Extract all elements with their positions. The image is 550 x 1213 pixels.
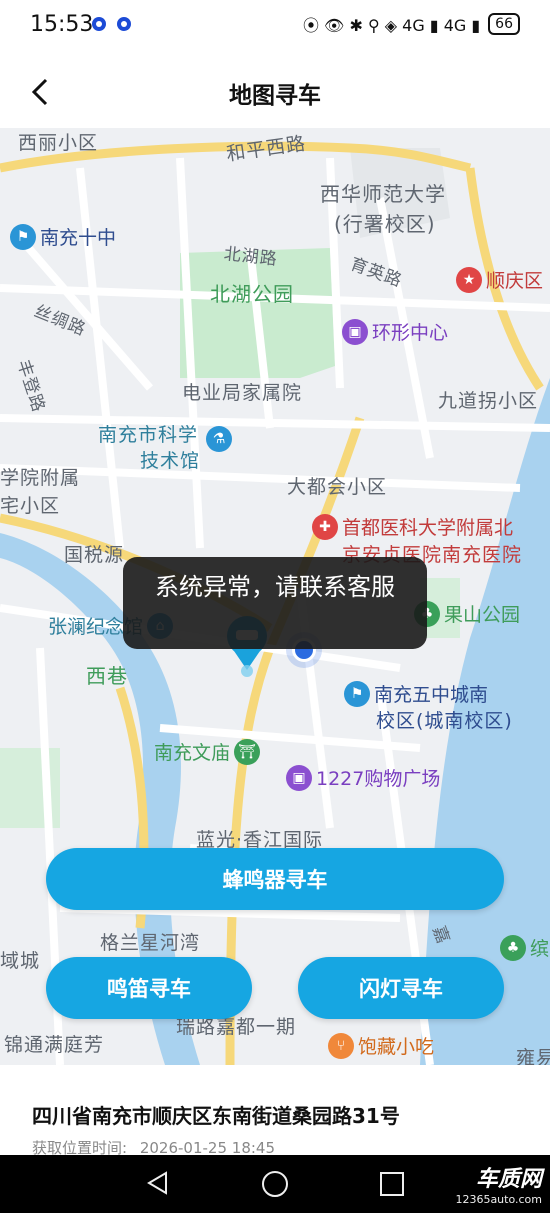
map-label-yucheng: 域城 <box>0 950 41 972</box>
map-label-xili: 西丽小区 <box>18 132 99 154</box>
watermark: 车质网 12365auto.com <box>455 1161 542 1206</box>
light-find-car-button[interactable]: 闪灯寻车 <box>298 957 504 1019</box>
poi-nanchong10[interactable]: ⚑ 南充十中 <box>10 223 116 250</box>
watermark-brand: 车质网 <box>475 1167 542 1192</box>
park-tree-icon: ♣ <box>500 934 526 961</box>
poi-huanxing[interactable]: ▣ 环形中心 <box>342 318 448 345</box>
poi-wenmiao[interactable]: 南充文庙 ⛩ <box>154 738 261 765</box>
error-toast: 系统异常，请联系客服 <box>123 557 427 649</box>
watermark-url: 12365auto.com <box>455 1193 542 1206</box>
poi-shunqing[interactable]: ★ 顺庆区 <box>456 266 543 293</box>
temple-icon: ⛩ <box>234 738 261 765</box>
poi-bin[interactable]: ♣ 缤 <box>500 934 549 961</box>
map-label-jinjiang: 锦通满庭芳 <box>4 1034 105 1056</box>
map-label-wuzhong-sub: 校区(城南校区) <box>376 710 513 732</box>
map-label-jiudao: 九道拐小区 <box>438 390 539 412</box>
nav-home-icon[interactable] <box>262 1171 288 1197</box>
poi-shoudu[interactable]: ✚ 首都医科大学附属北 <box>312 513 513 540</box>
poi-kexue-icon[interactable]: ⚗ <box>206 426 232 452</box>
poi-baocang[interactable]: ⑂ 饱藏小吃 <box>328 1032 434 1059</box>
flask-icon: ⚗ <box>206 426 232 452</box>
poi-wuzhong[interactable]: ⚑ 南充五中城南 <box>344 680 488 707</box>
notification-icon <box>92 17 106 31</box>
government-star-icon: ★ <box>456 266 482 293</box>
map-label-kexue: 南充市科学 <box>98 424 199 446</box>
poi-guoshan[interactable]: ♣ 果山公园 <box>414 600 520 627</box>
status-time: 15:53 <box>30 12 94 37</box>
system-navigation-bar: 车质网 12365auto.com <box>0 1155 550 1213</box>
shopping-bag-icon: ▣ <box>286 764 312 791</box>
battery-icon: 66 <box>488 13 520 35</box>
map-label-beihupark: 北湖公园 <box>210 282 294 306</box>
hospital-cross-icon: ✚ <box>312 513 338 540</box>
map-label-xueyuan: 学院附属 <box>0 467 81 489</box>
map-label-xixiang: 西巷 <box>86 664 128 688</box>
map-label-xihua: 西华师范大学 <box>320 182 446 206</box>
school-icon: ⚑ <box>344 680 370 707</box>
map-label-gelan: 格兰星河湾 <box>100 932 201 954</box>
map-label-kexue-sub: 技术馆 <box>140 450 201 472</box>
app-header: 地图寻车 <box>0 56 550 128</box>
shopping-bag-icon: ▣ <box>342 318 368 345</box>
map-label-guoshui: 国税源 <box>64 544 125 566</box>
map-label-dianye: 电业局家属院 <box>182 382 303 404</box>
location-card: 四川省南充市顺庆区东南街道桑园路31号 获取位置时间: 2026-01-25 1… <box>0 1065 550 1157</box>
buzzer-find-car-button[interactable]: 蜂鸣器寻车 <box>46 848 504 910</box>
notification-icon <box>117 17 131 31</box>
map-label-yong: 雍易 <box>516 1047 550 1065</box>
map-label-xueyuan-sub: 宅小区 <box>0 495 61 517</box>
map-label-xihua-sub: (行署校区) <box>334 212 436 236</box>
status-icons: ⦿ 👁 ✱ ⚲ ◈ 4G ▮ 4G ▮ 66 <box>303 12 520 36</box>
signal-icons: ⦿ 👁 ✱ ⚲ ◈ 4G ▮ 4G ▮ <box>302 16 481 35</box>
poi-gouwu[interactable]: ▣ 1227购物广场 <box>286 764 440 791</box>
map-label-dadu: 大都会小区 <box>287 476 388 498</box>
horn-find-car-button[interactable]: 鸣笛寻车 <box>46 957 252 1019</box>
nav-back-icon[interactable] <box>146 1171 170 1195</box>
car-address: 四川省南充市顺庆区东南街道桑园路31号 <box>32 1104 400 1128</box>
school-icon: ⚑ <box>10 223 36 250</box>
page-title: 地图寻车 <box>229 83 321 109</box>
nav-recent-apps-icon[interactable] <box>380 1172 404 1196</box>
food-fork-icon: ⑂ <box>328 1032 354 1059</box>
status-bar: 15:53 ⦿ 👁 ✱ ⚲ ◈ 4G ▮ 4G ▮ 66 <box>0 0 550 56</box>
